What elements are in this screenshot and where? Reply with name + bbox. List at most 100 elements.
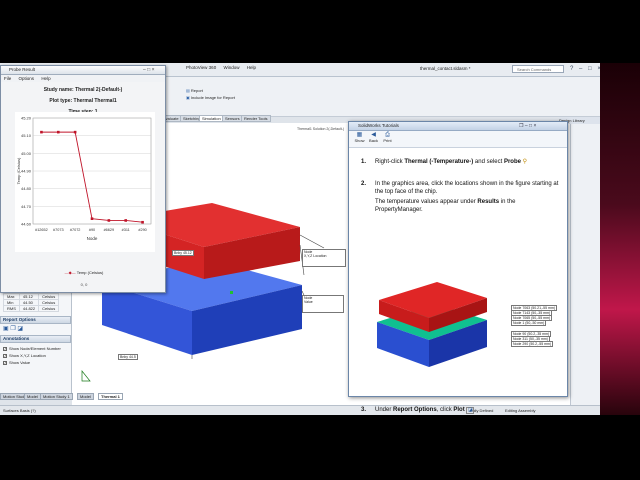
probe-title: Probe Result [1, 66, 165, 75]
viewport-label-small: Bnby 44.5 [118, 354, 138, 360]
command-tabs: Evaluate Sketching Simulation Sensors Re… [160, 115, 271, 122]
data-point [40, 130, 43, 134]
tab-simulation[interactable]: Simulation [199, 115, 224, 122]
tutorial-window-controls: ❐ – □ × [519, 123, 536, 129]
menu-file[interactable]: File [4, 76, 11, 81]
data-point [56, 130, 60, 134]
restore-icon[interactable]: ❐ [519, 123, 523, 129]
image-icon: ▣ [186, 95, 190, 100]
solidworks-window: PhotoView 360 Window Help thermal_contac… [0, 63, 640, 415]
menu-options[interactable]: Options [19, 76, 35, 81]
maximize-icon[interactable]: □ [588, 66, 592, 72]
search-box[interactable]: Search Commands [512, 65, 564, 73]
y-tick-label: 44.80 [21, 186, 32, 191]
probe-menu: File Options Help [1, 75, 165, 82]
save-icon[interactable]: ▣ [3, 326, 9, 332]
minimize-icon[interactable]: – [525, 123, 528, 129]
table-row: Min 44.50 Celsius [3, 299, 60, 306]
y-tick-label: 44.90 [21, 169, 32, 174]
tab-model-a[interactable]: Model [24, 393, 41, 400]
step-2-note: The temperature values appear under Resu… [375, 199, 516, 213]
figure-label-4: Node 1 (50,-50 mm) [511, 320, 547, 326]
x-tick-label: #90 [89, 228, 95, 232]
table-row: Max 45.12 Celsius [3, 293, 60, 300]
report-options-icons: ▣ ❐ ◪ [0, 324, 71, 335]
tutorial-window: SolidWorks Tutorials ❐ – □ × ▦ Show ◀ Back… [348, 121, 568, 414]
document-title: thermal_contact.sldasm * [420, 66, 471, 71]
task-pane: Design Library [559, 117, 601, 415]
maximize-icon[interactable]: □ [147, 67, 150, 73]
figure-label-7: Node 290 (50.2,-55 mm) [511, 341, 554, 347]
checkbox-icon[interactable]: ✓ [3, 353, 7, 358]
menu-window[interactable]: Window [223, 65, 239, 70]
tab-motion-study-b[interactable]: Motion Study 1 [40, 393, 73, 400]
viewport-header: Thermal1 Solution 2(-Default-) [297, 127, 345, 131]
y-tick-label: 45.10 [21, 133, 32, 138]
probe-window-controls: – □ × [143, 67, 155, 73]
print-button[interactable]: ⎙ Print [381, 132, 394, 143]
menu-photoview[interactable]: PhotoView 360 [186, 65, 216, 70]
y-tick-label: 45.20 [21, 116, 32, 121]
minimize-icon[interactable]: – [143, 67, 146, 73]
back-button[interactable]: ◀ Back [367, 132, 380, 143]
viewport-label-top: Bnby 45.12 [172, 250, 194, 256]
triad-icon [81, 370, 91, 382]
table-row: RMS 44.822 Celsius [3, 305, 60, 312]
window-controls: ? – □ × [570, 66, 601, 72]
data-point [141, 220, 144, 224]
probe-plot: 45.20 45.10 45.00 44.90 44.80 44.70 44.60 #1265… [15, 112, 155, 252]
probe-icon: ⚲ [522, 159, 528, 165]
close-icon[interactable]: × [533, 123, 536, 129]
checkbox-icon[interactable]: ✓ [3, 360, 7, 365]
x-tick-label: #6629 [104, 228, 115, 232]
include-image-button[interactable]: ▣ Include Image for Report [186, 94, 235, 101]
annotations-header[interactable]: Annotations [0, 335, 71, 343]
show-button[interactable]: ▦ Show [353, 132, 366, 143]
maximize-icon[interactable]: □ [529, 123, 532, 129]
report-icon: ▤ [186, 88, 190, 93]
menu-help[interactable]: Help [247, 65, 256, 70]
report-button[interactable]: ▤ Report [186, 87, 235, 94]
close-icon[interactable]: × [152, 67, 155, 73]
checkbox-icon[interactable]: ✓ [3, 346, 7, 351]
footer-value: 0, 0 [80, 282, 88, 287]
data-point [73, 130, 77, 134]
probe-marker [230, 291, 233, 294]
help-icon[interactable]: ? [570, 66, 573, 72]
x-tick-label: #311 [122, 228, 130, 232]
desktop-background [600, 63, 640, 415]
x-tick-label: #7072 [70, 228, 81, 232]
x-tick-label: #7073 [53, 228, 64, 232]
tab-thermal[interactable]: Thermal 1 [98, 393, 123, 400]
node-info-box: Node X,Y,Z Location [302, 249, 346, 267]
bottom-tabs: Motion Study 1 Model Motion Study 1 Mode… [0, 393, 130, 400]
tab-render-tools[interactable]: Render Tools [241, 115, 271, 122]
probe-result-window: Probe Result – □ × File Options Help Stu… [0, 65, 166, 293]
show-value-option[interactable]: ✓ Show Value [3, 359, 68, 366]
y-tick-label: 44.60 [21, 222, 32, 227]
y-axis-label: Temp (Celsius) [16, 157, 21, 184]
plot-type: Plot type: Thermal Thermal1 [49, 98, 117, 104]
plot-icon[interactable]: ◪ [466, 407, 475, 414]
menu-help[interactable]: Help [41, 76, 50, 81]
data-point [107, 219, 111, 222]
copy-icon[interactable]: ❐ [10, 326, 15, 332]
data-point [124, 219, 128, 222]
x-tick-label: #12652 [35, 228, 48, 232]
x-axis-label: Node [87, 236, 98, 241]
minimize-icon[interactable]: – [579, 66, 582, 72]
report-options-header[interactable]: Report Options [0, 316, 71, 324]
y-tick-label: 45.00 [21, 151, 32, 156]
tab-model-b[interactable]: Model [77, 393, 94, 400]
data-point [90, 217, 94, 220]
show-node-number-option[interactable]: ✓ Show Node/Element Number [3, 345, 68, 352]
study-name: Study name: Thermal 2(-Default-) [43, 87, 123, 93]
legend-swatch: —◆— [64, 270, 76, 275]
search-input[interactable]: Search Commands [517, 67, 551, 72]
plot-icon[interactable]: ◪ [17, 326, 23, 332]
line-chart: 45.20 45.10 45.00 44.90 44.80 44.70 44.60#1265… [16, 116, 152, 241]
show-location-option[interactable]: ✓ Show X,Y,Z Location [3, 352, 68, 359]
node-info-box-2: Node Value [302, 295, 344, 313]
chart-legend: —◆— Temp (Celsius) [64, 270, 104, 275]
tab-sensors[interactable]: Sensors [222, 115, 243, 122]
